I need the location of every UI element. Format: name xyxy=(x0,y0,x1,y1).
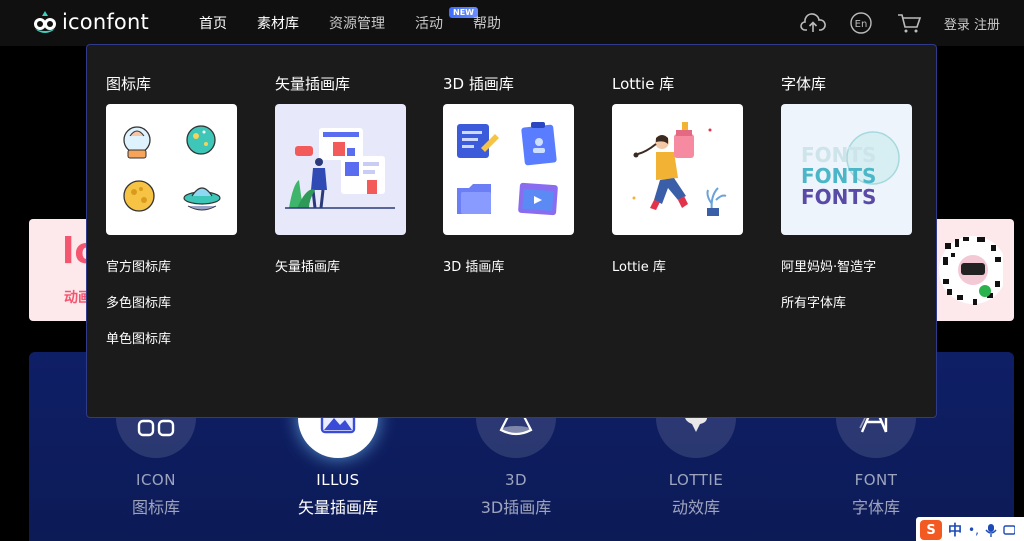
lottie-library-card[interactable] xyxy=(612,104,743,235)
page: iconfont 首页 素材库 资源管理 活动 NEW 帮助 En 登录 注册 … xyxy=(0,0,1024,541)
icon-library-illustration xyxy=(123,125,221,212)
microphone-icon[interactable] xyxy=(985,523,997,537)
top-header: iconfont 首页 素材库 资源管理 活动 NEW 帮助 En 登录 注册 xyxy=(0,0,1024,46)
category-en-label: ICON xyxy=(136,471,176,489)
icon-library-card[interactable] xyxy=(106,104,237,235)
column-title[interactable]: 矢量插画库 xyxy=(275,73,350,94)
language-icon[interactable]: En xyxy=(848,10,874,36)
category-en-label: 3D xyxy=(504,471,528,489)
category-cn-label: 图标库 xyxy=(131,498,180,517)
promo-banner-right[interactable] xyxy=(925,219,1014,321)
column-title[interactable]: 3D 插画库 xyxy=(443,73,514,94)
category-en-label: ILLUS xyxy=(316,471,360,489)
link-alimama-fonts[interactable]: 阿里妈妈·智造字 xyxy=(781,256,876,292)
3d-library-card[interactable] xyxy=(443,104,574,235)
ime-toolbar[interactable]: S 中 •, xyxy=(916,517,1024,541)
vector-illustration xyxy=(285,128,395,209)
materials-dropdown: 图标库 官方图标库 多色图标库 单色图标库 矢量插画库 矢量插画库 3D 插画库… xyxy=(86,44,937,418)
category-cn-label: 动效库 xyxy=(671,498,720,517)
lottie-illustration xyxy=(632,122,727,216)
qr-code-icon xyxy=(939,236,1003,305)
column-title[interactable]: Lottie 库 xyxy=(612,73,674,94)
column-links: 3D 插画库 xyxy=(443,256,504,292)
category-en-label: FONT xyxy=(854,471,898,489)
font-library-card[interactable]: FONTS FONTS FONTS xyxy=(781,104,912,235)
column-title[interactable]: 字体库 xyxy=(781,73,826,94)
link-3d-illustrations[interactable]: 3D 插画库 xyxy=(443,256,504,292)
category-cn-label: 字体库 xyxy=(851,498,900,517)
ime-mode-label[interactable]: 中 xyxy=(948,520,962,540)
nav-activity-label: 活动 xyxy=(415,16,443,32)
illustration-library-card[interactable] xyxy=(275,104,406,235)
nav-resources[interactable]: 资源管理 xyxy=(329,13,385,33)
language-label: En xyxy=(855,19,868,30)
column-links: 矢量插画库 xyxy=(275,256,340,292)
keyboard-icon[interactable] xyxy=(1003,523,1015,537)
header-actions: En 登录 注册 xyxy=(800,0,1024,46)
link-lottie[interactable]: Lottie 库 xyxy=(612,256,666,292)
link-all-fonts[interactable]: 所有字体库 xyxy=(781,292,876,328)
main-nav: 首页 素材库 资源管理 活动 NEW 帮助 xyxy=(199,0,531,46)
sogou-icon: S xyxy=(920,520,942,540)
font-sample-3: FONTS xyxy=(801,185,876,209)
login-link[interactable]: 登录 xyxy=(944,18,970,33)
link-official-icons[interactable]: 官方图标库 xyxy=(106,256,171,292)
logo[interactable]: iconfont xyxy=(32,9,149,35)
auth-links: 登录 注册 xyxy=(944,14,1000,33)
link-multicolor-icons[interactable]: 多色图标库 xyxy=(106,292,171,328)
nav-home[interactable]: 首页 xyxy=(199,13,227,33)
nav-help[interactable]: 帮助 xyxy=(473,13,501,33)
category-cn-label: 矢量插画库 xyxy=(297,498,378,517)
cart-icon[interactable] xyxy=(896,10,922,36)
upload-cloud-icon[interactable] xyxy=(800,10,826,36)
column-links: Lottie 库 xyxy=(612,256,666,292)
3d-illustration xyxy=(457,122,558,216)
link-mono-icons[interactable]: 单色图标库 xyxy=(106,328,171,364)
font-illustration: FONTS FONTS FONTS xyxy=(801,131,900,209)
nav-materials[interactable]: 素材库 xyxy=(257,13,299,33)
logo-icon xyxy=(34,11,56,33)
link-vector-illustrations[interactable]: 矢量插画库 xyxy=(275,256,340,292)
logo-text: iconfont xyxy=(62,10,149,34)
category-cn-label: 3D插画库 xyxy=(480,498,552,517)
column-links: 阿里妈妈·智造字 所有字体库 xyxy=(781,256,876,328)
category-en-label: LOTTIE xyxy=(668,471,724,489)
register-link[interactable]: 注册 xyxy=(974,18,1000,33)
punctuation-icon[interactable]: •, xyxy=(968,523,979,537)
column-title[interactable]: 图标库 xyxy=(106,73,151,94)
nav-activity[interactable]: 活动 NEW xyxy=(415,7,478,33)
column-links: 官方图标库 多色图标库 单色图标库 xyxy=(106,256,171,364)
